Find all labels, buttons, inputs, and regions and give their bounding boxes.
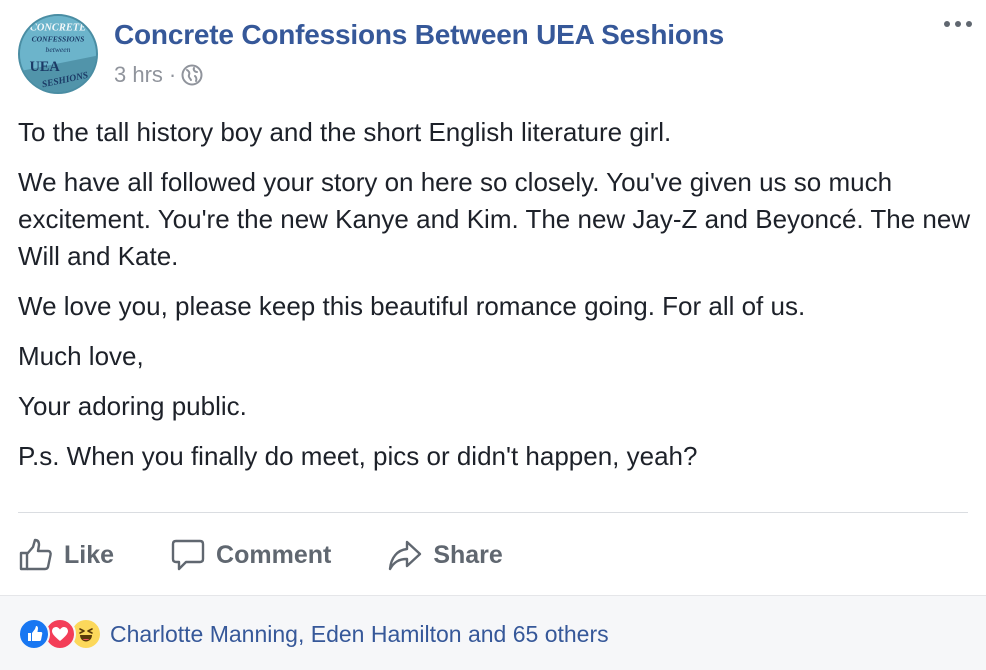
avatar-logo: CONCRETE CONFESSIONS between UEA SESHION…: [20, 16, 96, 92]
more-options-icon[interactable]: [944, 18, 972, 30]
post-actions: Like Comment Share: [18, 528, 559, 582]
avatar-line4: UEA: [30, 59, 61, 75]
more-dot: [966, 21, 972, 27]
reactions-summary[interactable]: Charlotte Manning, Eden Hamilton and 65 …: [18, 618, 609, 650]
page-avatar[interactable]: CONCRETE CONFESSIONS between UEA SESHION…: [18, 14, 98, 94]
post-paragraph: Much love,: [18, 341, 144, 371]
like-icon: [18, 618, 50, 650]
like-label: Like: [64, 540, 115, 569]
more-dot: [955, 21, 961, 27]
avatar-line1: CONCRETE: [30, 22, 86, 33]
share-icon: [389, 540, 422, 571]
avatar-line2: CONFESSIONS: [32, 35, 85, 44]
post-meta: 3 hrs ·: [114, 61, 203, 89]
post-paragraph: P.s. When you finally do meet, pics or d…: [18, 441, 698, 471]
thumbs-up-icon: [19, 538, 52, 571]
post-body: To the tall history boy and the short En…: [18, 114, 978, 488]
share-button[interactable]: Share: [387, 537, 503, 573]
page-name-link[interactable]: Concrete Confessions Between UEA Seshion…: [114, 19, 724, 51]
reactors-link[interactable]: Charlotte Manning, Eden Hamilton and 65 …: [110, 621, 609, 648]
post-header: CONCRETE CONFESSIONS between UEA SESHION…: [18, 14, 986, 96]
like-button[interactable]: Like: [18, 537, 114, 573]
post-paragraph: We love you, please keep this beautiful …: [18, 291, 806, 321]
post-paragraph: To the tall history boy and the short En…: [18, 117, 672, 147]
more-dot: [944, 21, 950, 27]
post-paragraph: We have all followed your story on here …: [18, 167, 971, 271]
post-card: CONCRETE CONFESSIONS between UEA SESHION…: [0, 0, 986, 670]
avatar-line3: between: [46, 45, 71, 54]
meta-separator: ·: [168, 62, 177, 87]
post-paragraph: Your adoring public.: [18, 391, 247, 421]
actions-divider: [18, 512, 968, 513]
globe-icon[interactable]: [181, 64, 203, 86]
comment-icon: [171, 539, 205, 571]
comment-label: Comment: [216, 540, 332, 569]
share-label: Share: [433, 540, 503, 569]
comment-button[interactable]: Comment: [170, 537, 331, 573]
reactions-footer: Charlotte Manning, Eden Hamilton and 65 …: [0, 595, 986, 670]
post-timestamp[interactable]: 3 hrs: [114, 62, 163, 88]
